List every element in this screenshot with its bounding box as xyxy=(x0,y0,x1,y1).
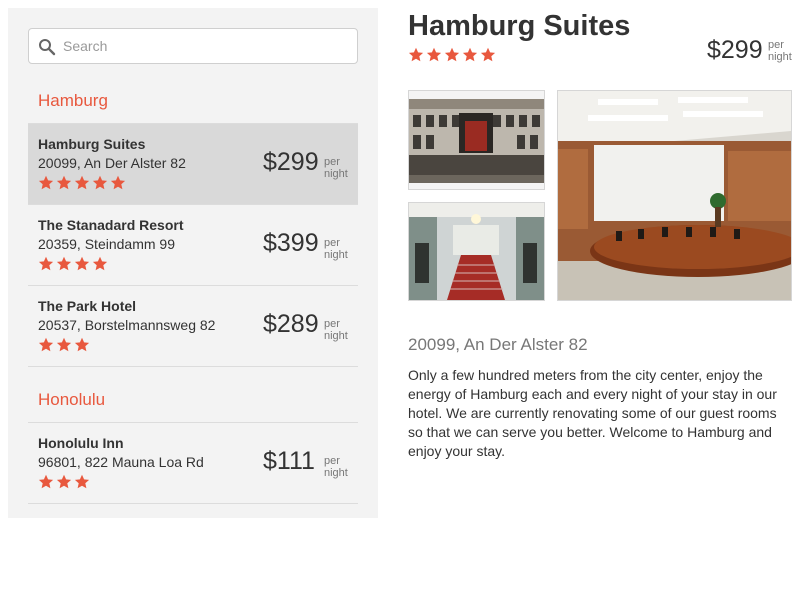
price-unit: per night xyxy=(324,455,348,479)
city-heading-hamburg: Hamburg xyxy=(38,91,108,110)
hotel-name: The Park Hotel xyxy=(38,298,137,314)
price-unit-night: night xyxy=(324,330,348,342)
detail-description: Only a few hundred meters from the city … xyxy=(408,367,777,459)
detail-price-unit: per night xyxy=(768,39,792,63)
price-unit-per: per xyxy=(324,156,340,168)
star-icon xyxy=(38,256,54,271)
star-icon xyxy=(38,337,54,352)
hotel-price: $399 xyxy=(263,229,319,257)
star-icon xyxy=(408,47,424,62)
hotel-lobby-photo[interactable] xyxy=(408,202,545,301)
price-unit: per night xyxy=(324,318,348,342)
price-unit-night: night xyxy=(324,467,348,479)
hotel-list-item[interactable]: The Stanadard Resort 20359, Steindamm 99… xyxy=(28,205,358,286)
star-icon xyxy=(92,256,108,271)
search-input[interactable] xyxy=(63,29,353,63)
price-unit-night: night xyxy=(768,51,792,63)
price-unit-per: per xyxy=(324,237,340,249)
detail-address: 20099, An Der Alster 82 xyxy=(408,335,588,354)
hotel-list-item[interactable]: Hamburg Suites 20099, An Der Alster 82 $… xyxy=(28,124,358,205)
star-rating xyxy=(38,256,110,272)
star-icon xyxy=(56,175,72,190)
price-unit-night: night xyxy=(324,168,348,180)
hotel-name: Honolulu Inn xyxy=(38,435,124,451)
conference-room-photo[interactable] xyxy=(557,90,792,301)
hotel-exterior-photo[interactable] xyxy=(408,90,545,190)
star-icon xyxy=(38,474,54,489)
city-heading-honolulu: Honolulu xyxy=(38,390,106,409)
hotel-name: The Stanadard Resort xyxy=(38,217,184,233)
hotel-price: $299 xyxy=(263,148,319,176)
price-unit-per: per xyxy=(324,318,340,330)
hotel-name: Hamburg Suites xyxy=(38,136,146,152)
search-icon xyxy=(39,39,56,56)
hotel-address: 96801, 822 Mauna Loa Rd xyxy=(38,454,204,470)
star-icon xyxy=(74,256,90,271)
star-icon xyxy=(74,337,90,352)
search-box[interactable] xyxy=(28,28,358,64)
price-unit: per night xyxy=(324,237,348,261)
detail-star-rating xyxy=(408,47,498,63)
price-unit-per: per xyxy=(324,455,340,467)
star-icon xyxy=(480,47,496,62)
star-icon xyxy=(74,474,90,489)
star-icon xyxy=(426,47,442,62)
star-icon xyxy=(56,474,72,489)
star-rating xyxy=(38,474,92,490)
star-icon xyxy=(462,47,478,62)
hotel-address: 20537, Borstelmannsweg 82 xyxy=(38,317,216,333)
hotel-list-item[interactable]: Honolulu Inn 96801, 822 Mauna Loa Rd $11… xyxy=(28,423,358,504)
hotel-list-item[interactable]: The Park Hotel 20537, Borstelmannsweg 82… xyxy=(28,286,358,367)
hotel-price: $111 xyxy=(263,447,315,475)
price-unit-per: per xyxy=(768,39,784,51)
hotel-price: $289 xyxy=(263,310,319,338)
hotel-address: 20099, An Der Alster 82 xyxy=(38,155,186,171)
star-icon xyxy=(444,47,460,62)
hotel-address: 20359, Steindamm 99 xyxy=(38,236,175,252)
star-icon xyxy=(74,175,90,190)
detail-price: $299 xyxy=(707,36,763,64)
star-icon xyxy=(38,175,54,190)
star-icon xyxy=(110,175,126,190)
star-icon xyxy=(92,175,108,190)
detail-title: Hamburg Suites xyxy=(408,10,631,42)
price-unit: per night xyxy=(324,156,348,180)
star-rating xyxy=(38,337,92,353)
price-unit-night: night xyxy=(324,249,348,261)
hotel-list-sidebar: Hamburg Hamburg Suites 20099, An Der Als… xyxy=(8,8,378,518)
star-icon xyxy=(56,337,72,352)
star-rating xyxy=(38,175,128,191)
star-icon xyxy=(56,256,72,271)
